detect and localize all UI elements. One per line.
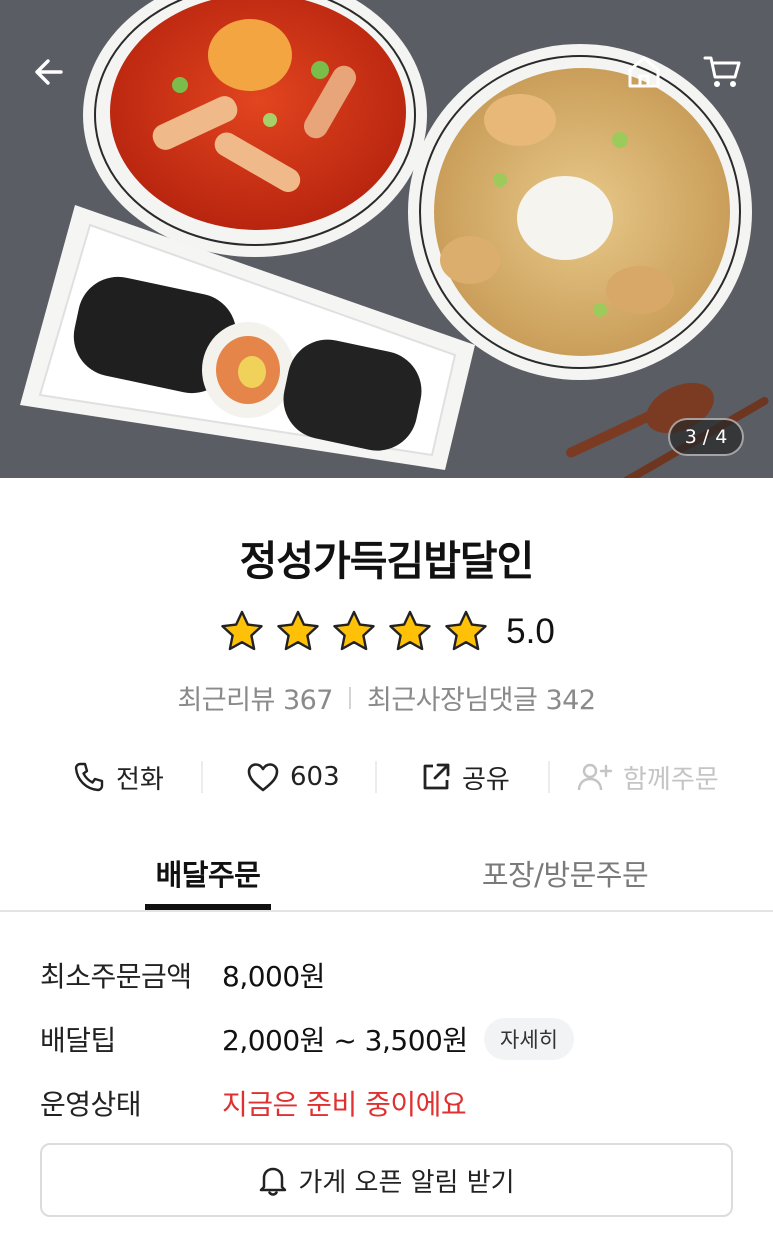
rating[interactable]: 5.0	[0, 608, 773, 656]
cart-button[interactable]	[694, 44, 750, 100]
star-icon	[389, 610, 431, 651]
tab-pickup[interactable]: 포장/방문주문	[462, 838, 668, 910]
recent-reviews[interactable]: 최근리뷰 367	[177, 678, 333, 717]
phone-button[interactable]: 전화	[72, 746, 164, 808]
active-tab-indicator	[145, 904, 271, 910]
status-value: 지금은 준비 중이에요	[222, 1088, 467, 1121]
star-icon	[221, 610, 263, 651]
recent-reviews-count: 367	[282, 685, 334, 716]
divider	[201, 761, 203, 793]
rating-value: 5.0	[506, 612, 555, 651]
cart-icon	[703, 56, 741, 87]
back-button[interactable]	[21, 44, 77, 100]
image-counter: 3 / 4	[668, 418, 744, 456]
home-icon	[628, 56, 660, 88]
divider	[348, 686, 351, 709]
group-order-button[interactable]: 함께주문	[577, 746, 719, 808]
back-arrow-icon	[35, 59, 63, 85]
open-notification-label: 가게 오픈 알림 받기	[298, 1167, 515, 1198]
owner-replies-count: 342	[545, 685, 596, 716]
share-label: 공유	[462, 764, 510, 795]
divider	[375, 761, 377, 793]
home-button[interactable]	[616, 44, 672, 100]
order-type-tabs: 배달주문 포장/방문주문	[0, 838, 773, 912]
phone-icon	[74, 762, 104, 792]
review-summary: 최근리뷰 367 최근사장님댓글 342	[0, 678, 773, 717]
share-button[interactable]: 공유	[420, 746, 510, 808]
owner-replies-label: 최근사장님댓글	[366, 685, 538, 716]
store-name: 정성가득김밥달인	[239, 537, 535, 585]
divider	[548, 761, 550, 793]
like-button[interactable]: 603	[246, 746, 340, 808]
owner-replies[interactable]: 최근사장님댓글 342	[367, 678, 596, 717]
status-label: 운영상태	[40, 1088, 142, 1121]
min-order-value: 8,000원	[222, 960, 325, 993]
store-photo-carousel[interactable]: 3 / 4	[0, 0, 773, 478]
delivery-tip-label: 배달팁	[40, 1024, 116, 1057]
share-icon	[423, 763, 450, 790]
tab-delivery[interactable]: 배달주문	[145, 838, 271, 910]
star-icon	[277, 610, 319, 651]
add-person-icon	[577, 763, 613, 791]
heart-icon	[247, 763, 279, 792]
phone-label: 전화	[116, 764, 164, 795]
image-counter-separator: /	[702, 426, 710, 448]
image-counter-current: 3	[684, 426, 697, 448]
delivery-tip-value: 2,000원 ~ 3,500원	[222, 1024, 468, 1057]
image-counter-total: 4	[715, 426, 728, 448]
bell-icon	[260, 1167, 287, 1196]
star-icon	[333, 610, 375, 651]
recent-reviews-label: 최근리뷰	[177, 685, 275, 716]
like-count: 603	[290, 762, 340, 792]
open-notification-button[interactable]: 가게 오픈 알림 받기	[40, 1143, 733, 1217]
group-order-label: 함께주문	[623, 764, 719, 795]
min-order-label: 최소주문금액	[40, 960, 192, 993]
delivery-tip-detail-button[interactable]: 자세히	[484, 1018, 574, 1060]
star-icon	[445, 610, 487, 651]
action-bar: 전화 603 공유 함께주문	[0, 746, 773, 808]
